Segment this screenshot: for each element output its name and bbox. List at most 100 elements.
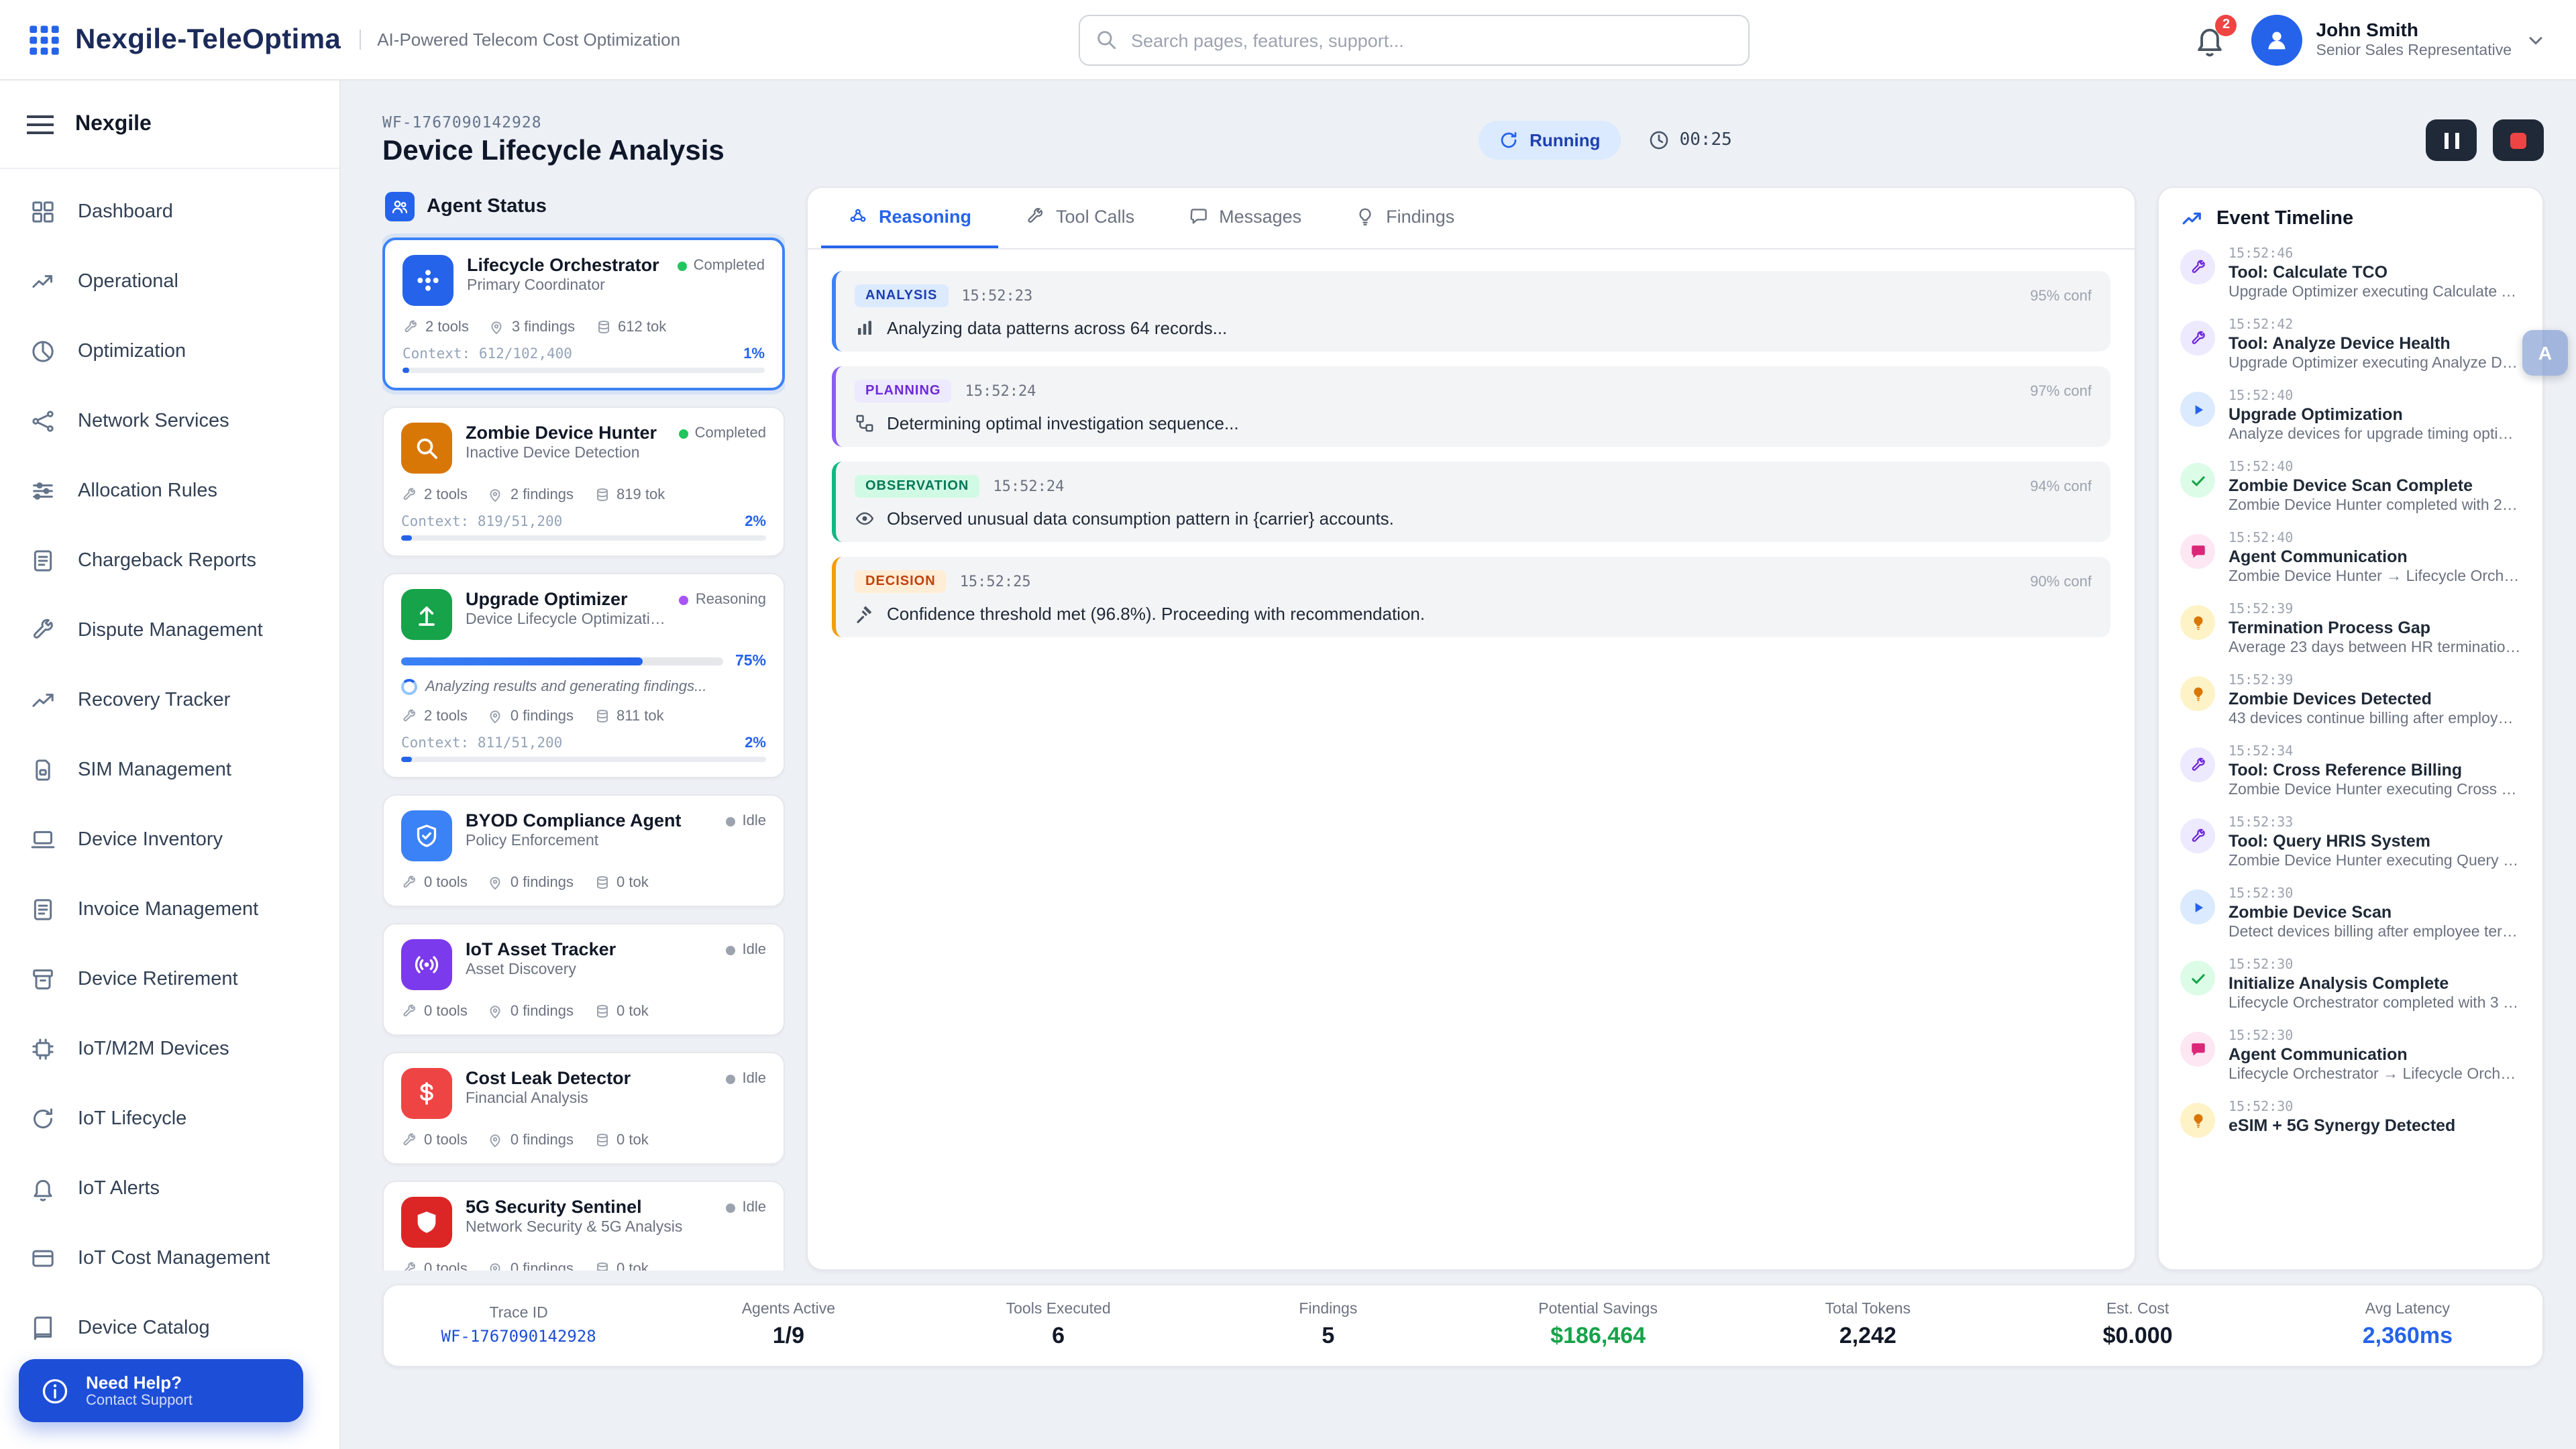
sidebar-item-device-retirement[interactable]: Device Retirement xyxy=(0,945,339,1014)
sidebar-item-recovery-tracker[interactable]: Recovery Tracker xyxy=(0,665,339,735)
event-title: Tool: Cross Reference Billing xyxy=(2229,761,2521,780)
tab-findings[interactable]: Findings xyxy=(1328,188,1481,248)
agent-card-zombie-device-hunter[interactable]: Zombie Device Hunter Inactive Device Det… xyxy=(382,407,785,557)
optimizer-icon xyxy=(401,589,452,640)
event-time: 15:52:33 xyxy=(2229,816,2521,830)
global-search xyxy=(1079,15,1750,66)
findings-count: 0 findings xyxy=(488,875,574,891)
chart-line-icon xyxy=(30,268,56,295)
avatar xyxy=(2252,14,2303,65)
shield-icon xyxy=(401,1197,452,1248)
pause-button[interactable] xyxy=(2426,119,2477,161)
pin-icon xyxy=(488,1132,504,1148)
entry-badge: OBSERVATION xyxy=(855,475,979,498)
sidebar-item-dispute-management[interactable]: Dispute Management xyxy=(0,596,339,665)
translate-widget[interactable]: A xyxy=(2522,330,2568,376)
workflow-header: WF-1767090142928 Device Lifecycle Analys… xyxy=(382,113,2544,168)
wrench-icon xyxy=(401,708,417,724)
event-time: 15:52:30 xyxy=(2229,1029,2521,1044)
agent-card-iot-asset-tracker[interactable]: IoT Asset Tracker Asset Discovery Idle 0… xyxy=(382,923,785,1036)
sidebar-item-device-catalog[interactable]: Device Catalog xyxy=(0,1293,339,1363)
reasoning-icon xyxy=(848,207,868,227)
entry-confidence: 94% conf xyxy=(2030,478,2092,494)
stop-button[interactable] xyxy=(2493,119,2544,161)
tab-tool-calls[interactable]: Tool Calls xyxy=(998,188,1161,248)
agent-card-byod-compliance[interactable]: BYOD Compliance Agent Policy Enforcement… xyxy=(382,794,785,907)
agent-state: Completed xyxy=(678,258,765,274)
agent-name: IoT Asset Tracker xyxy=(466,939,713,959)
workflow-id: WF-1767090142928 xyxy=(382,113,785,131)
contact-support-button[interactable]: Need Help? Contact Support xyxy=(19,1359,303,1422)
chevron-down-icon[interactable] xyxy=(2525,29,2546,50)
findings-count: 2 findings xyxy=(488,487,574,503)
tokens-count: 0 tok xyxy=(594,1004,649,1020)
context-percent: 2% xyxy=(745,735,766,751)
dashboard-icon xyxy=(30,199,56,225)
run-stats-bar: Trace ID WF-1767090142928 Agents Active … xyxy=(382,1284,2544,1367)
tools-count: 0 tools xyxy=(401,875,468,891)
stat-trace-id: Trace ID WF-1767090142928 xyxy=(384,1305,653,1346)
cpu-icon xyxy=(30,1036,56,1063)
tab-label: Messages xyxy=(1219,207,1301,227)
sidebar-item-iot-lifecycle[interactable]: IoT Lifecycle xyxy=(0,1084,339,1154)
sidebar-item-sim-management[interactable]: SIM Management xyxy=(0,735,339,805)
agent-card-cost-leak-detector[interactable]: Cost Leak Detector Financial Analysis Id… xyxy=(382,1052,785,1165)
network-icon xyxy=(30,408,56,435)
sidebar-item-label: IoT/M2M Devices xyxy=(78,1038,229,1060)
sidebar-item-chargeback-reports[interactable]: Chargeback Reports xyxy=(0,526,339,596)
tokens-count: 612 tok xyxy=(595,319,666,335)
stat-total-tokens: Total Tokens 2,242 xyxy=(1733,1301,2002,1350)
hamburger-menu-icon[interactable] xyxy=(27,115,54,133)
sidebar-item-network-services[interactable]: Network Services xyxy=(0,386,339,456)
timeline-event: 15:52:30Agent CommunicationLifecycle Orc… xyxy=(2180,1029,2521,1083)
timeline-event: 15:52:30Initialize Analysis CompleteLife… xyxy=(2180,958,2521,1012)
brand-title[interactable]: Nexgile-TeleOptima xyxy=(75,23,341,56)
wrench-icon xyxy=(2180,818,2215,853)
sidebar-item-allocation-rules[interactable]: Allocation Rules xyxy=(0,456,339,526)
wrench-icon xyxy=(1025,207,1045,227)
user-menu[interactable]: John Smith Senior Sales Representative xyxy=(2252,14,2547,65)
event-time: 15:52:40 xyxy=(2229,389,2521,404)
status-dot xyxy=(679,429,688,438)
help-title: Need Help? xyxy=(86,1373,193,1393)
agent-name: Lifecycle Orchestrator xyxy=(467,255,664,275)
timeline-event: 15:52:42Tool: Analyze Device HealthUpgra… xyxy=(2180,318,2521,372)
entry-text: Confidence threshold met (96.8%). Procee… xyxy=(887,604,1425,624)
notifications-button[interactable]: 2 xyxy=(2193,22,2228,57)
agent-card-lifecycle-orchestrator[interactable]: Lifecycle Orchestrator Primary Coordinat… xyxy=(382,237,785,390)
pin-icon xyxy=(488,487,504,503)
sidebar-item-device-inventory[interactable]: Device Inventory xyxy=(0,805,339,875)
sliders-icon xyxy=(30,478,56,504)
database-icon xyxy=(594,1261,610,1271)
event-title: Agent Communication xyxy=(2229,547,2521,566)
sidebar-item-iot-m2m-devices[interactable]: IoT/M2M Devices xyxy=(0,1014,339,1084)
tab-reasoning[interactable]: Reasoning xyxy=(821,188,998,248)
entry-time: 15:52:23 xyxy=(961,287,1032,305)
invoice-icon xyxy=(30,896,56,923)
bulb-icon xyxy=(2180,676,2215,711)
progress-percent: 75% xyxy=(735,653,766,669)
event-time: 15:52:39 xyxy=(2229,674,2521,688)
agent-role: Device Lifecycle Optimization xyxy=(466,612,666,628)
tokens-count: 819 tok xyxy=(594,487,665,503)
agent-name: BYOD Compliance Agent xyxy=(466,810,713,830)
sidebar-item-label: Chargeback Reports xyxy=(78,550,256,572)
database-icon xyxy=(594,1132,610,1148)
tab-messages[interactable]: Messages xyxy=(1161,188,1328,248)
status-dot xyxy=(727,816,736,826)
entry-time: 15:52:24 xyxy=(965,382,1036,400)
sidebar-item-optimization[interactable]: Optimization xyxy=(0,317,339,386)
wrench-icon xyxy=(401,1004,417,1020)
event-desc: Zombie Device Hunter executing Cross Ref… xyxy=(2229,782,2521,798)
sidebar-item-dashboard[interactable]: Dashboard xyxy=(0,177,339,247)
broadcast-icon xyxy=(401,939,452,990)
sidebar-item-invoice-management[interactable]: Invoice Management xyxy=(0,875,339,945)
search-input[interactable] xyxy=(1079,15,1750,66)
sidebar-item-iot-alerts[interactable]: IoT Alerts xyxy=(0,1154,339,1224)
sidebar-item-operational[interactable]: Operational xyxy=(0,247,339,317)
sidebar-item-iot-cost-management[interactable]: IoT Cost Management xyxy=(0,1224,339,1293)
timeline-event: 15:52:46Tool: Calculate TCOUpgrade Optim… xyxy=(2180,247,2521,301)
agent-card-upgrade-optimizer[interactable]: Upgrade Optimizer Device Lifecycle Optim… xyxy=(382,573,785,778)
app-logo-icon[interactable] xyxy=(27,22,62,57)
agent-card-5g-security-sentinel[interactable]: 5G Security Sentinel Network Security & … xyxy=(382,1181,785,1271)
